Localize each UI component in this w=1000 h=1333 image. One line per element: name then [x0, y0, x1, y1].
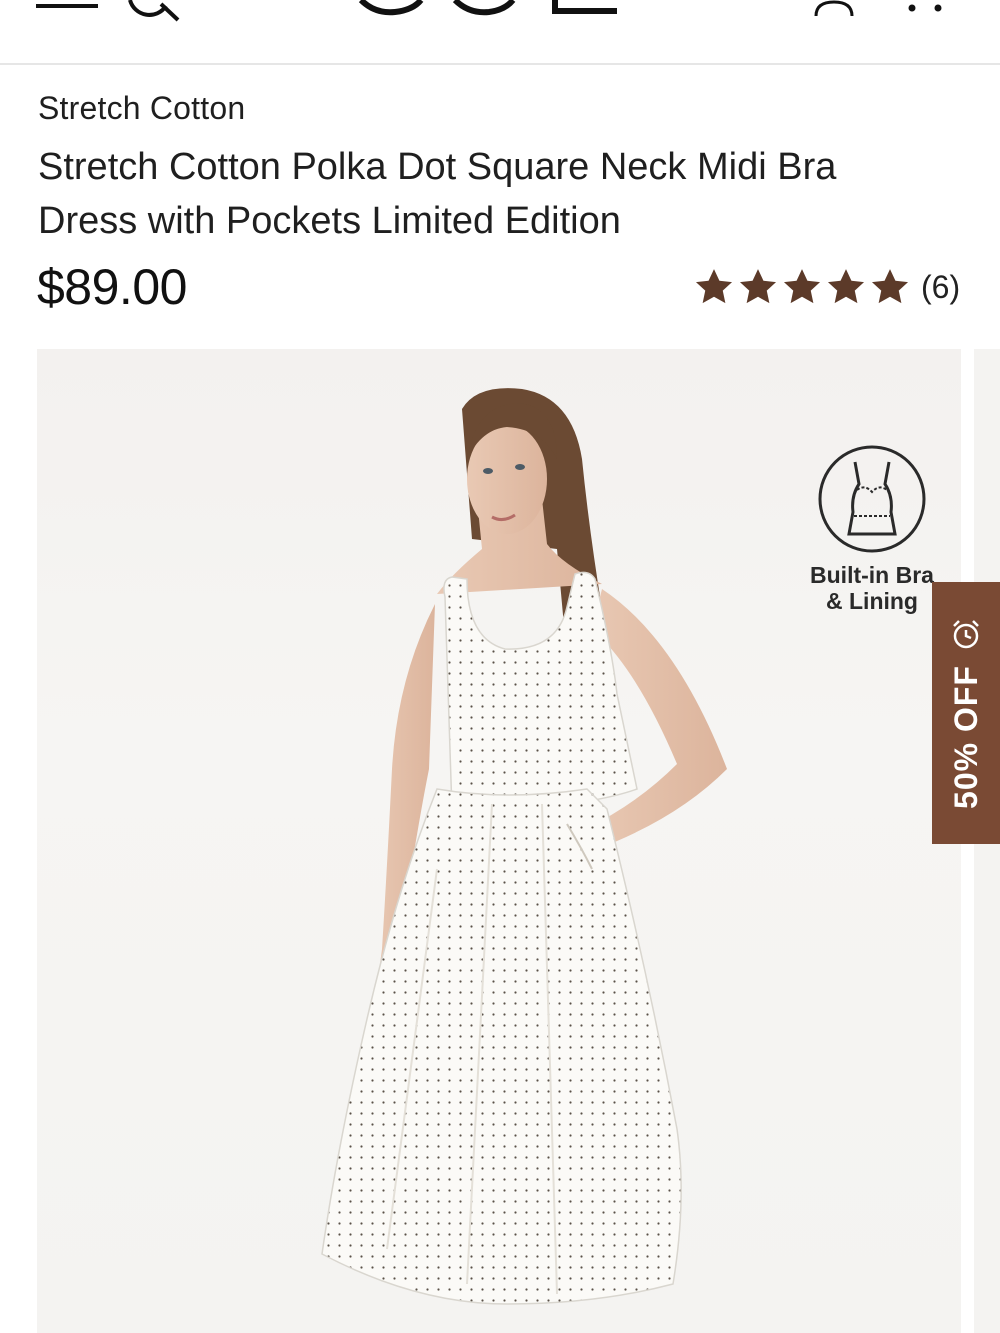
bra-lining-icon [818, 445, 926, 553]
discount-tab-content: 50% OFF [932, 582, 1000, 844]
built-in-bra-badge: Built-in Bra & Lining [807, 444, 937, 614]
badge-label: Built-in Bra & Lining [810, 562, 934, 614]
rating-summary[interactable]: (6) [693, 265, 960, 309]
alarm-clock-icon [953, 620, 979, 649]
collection-link[interactable]: Stretch Cotton [38, 90, 245, 127]
discount-tab[interactable]: 50% OFF [932, 582, 1000, 844]
product-price: $89.00 [37, 259, 187, 315]
star-icon [871, 269, 909, 304]
star-rating [693, 266, 911, 308]
menu-icon[interactable] [36, 0, 98, 14]
shopping-bag-icon[interactable] [900, 0, 950, 16]
badge-label-line2: & Lining [826, 588, 918, 614]
star-icon [695, 269, 733, 304]
discount-label: 50% OFF [947, 665, 984, 809]
account-icon[interactable] [810, 0, 860, 16]
star-icon [783, 269, 821, 304]
product-title: Stretch Cotton Polka Dot Square Neck Mid… [38, 146, 837, 242]
product-image-gallery[interactable]: Built-in Bra & Lining [37, 349, 961, 1333]
badge-label-line1: Built-in Bra [810, 562, 934, 588]
site-header [0, 0, 1000, 65]
search-icon[interactable] [128, 0, 180, 22]
star-icon [827, 269, 865, 304]
brand-logo[interactable] [355, 0, 620, 16]
star-icon [739, 269, 777, 304]
review-count[interactable]: (6) [921, 269, 960, 306]
